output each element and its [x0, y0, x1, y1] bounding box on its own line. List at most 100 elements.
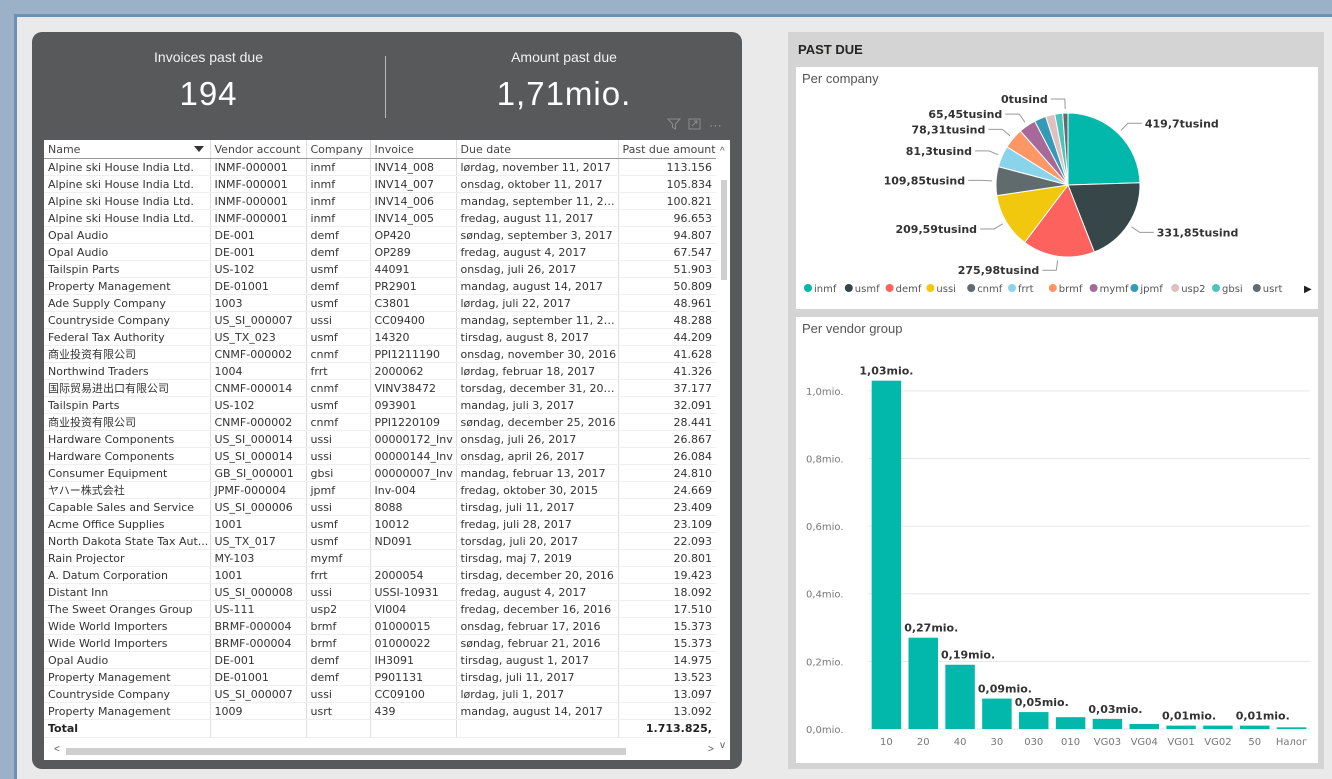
table-cell: Alpine ski House India Ltd.	[44, 158, 210, 176]
bar-VG04[interactable]	[1129, 723, 1159, 729]
column-header[interactable]: Company	[305, 140, 370, 159]
table-row[interactable]: Northwind Traders 1004 frrt 2000062 lørdag, …	[44, 362, 716, 380]
table-row[interactable]: ヤハー株式会社 JPMF-000004 jpmf Inv-004 fredag, okt…	[44, 481, 716, 499]
table-row[interactable]: Ade Supply Company 1003 usmf C3801 lørdag, j…	[44, 294, 716, 312]
legend-item-inmf[interactable]: inmf	[814, 284, 837, 295]
legend-item-brmf[interactable]: brmf	[1059, 284, 1083, 295]
vertical-scrollbar[interactable]: ^ v	[719, 146, 728, 751]
legend-item-frrt[interactable]: frrt	[1018, 284, 1034, 295]
table-cell: US_SI_000014	[209, 430, 306, 448]
bar-Налог[interactable]	[1276, 727, 1307, 729]
legend-item-ussi[interactable]: ussi	[936, 284, 956, 295]
column-header[interactable]: Due date	[455, 140, 618, 159]
table-row[interactable]: Alpine ski House India Ltd. INMF-000001 in…	[44, 209, 716, 227]
legend-item-demf[interactable]: demf	[896, 284, 922, 295]
table-row[interactable]: Consumer Equipment GB_SI_000001 gbsi 000000…	[44, 464, 716, 482]
table-row[interactable]: A. Datum Corporation 1001 frrt 2000054 tirsd…	[44, 566, 716, 584]
table-row[interactable]: Hardware Components US_SI_000014 ussi 00000…	[44, 447, 716, 465]
table-row[interactable]: Distant Inn US_SI_000008 ussi USSI-10931 fre…	[44, 583, 716, 601]
bar-20[interactable]	[908, 637, 938, 729]
table-cell: US_TX_017	[209, 532, 306, 550]
table-cell: IH3091	[369, 651, 456, 669]
scroll-left-icon[interactable]: <	[54, 744, 60, 755]
bar-VG02[interactable]	[1203, 725, 1233, 729]
table-row[interactable]: Alpine ski House India Ltd. INMF-000001 in…	[44, 175, 716, 193]
bar-50[interactable]	[1240, 725, 1270, 729]
column-header[interactable]: Name	[44, 140, 210, 159]
table-row[interactable]: North Dakota State Tax Aut... US_TX_017 us…	[44, 532, 716, 550]
legend-next-icon[interactable]: ▶	[1304, 284, 1312, 295]
filter-icon[interactable]	[666, 118, 681, 130]
table-row[interactable]: Federal Tax Authority US_TX_023 usmf 14320 t…	[44, 328, 716, 346]
table-row[interactable]: Property Management DE-01001 demf P901131 ti…	[44, 668, 716, 686]
table-row[interactable]: Hardware Components US_SI_000014 ussi 00000…	[44, 430, 716, 448]
table-row[interactable]: 商业投资有限公司 CNMF-000002 cnmf PPI1211190 onsdag,…	[44, 345, 716, 363]
focus-mode-icon[interactable]	[688, 118, 701, 130]
invoices-past-due-card[interactable]: Invoices past due 194	[32, 32, 385, 142]
table-row[interactable]: Capable Sales and Service US_SI_000006 uss…	[44, 498, 716, 516]
table-row[interactable]: Opal Audio DE-001 demf OP420 søndag, septemb…	[44, 226, 716, 244]
legend-item-cnmf[interactable]: cnmf	[977, 284, 1003, 295]
legend-marker-usmf	[844, 284, 853, 292]
x-tick-label: 30	[991, 737, 1004, 748]
legend-item-usp2[interactable]: usp2	[1181, 284, 1205, 295]
bar-VG01[interactable]	[1166, 725, 1196, 729]
table-row[interactable]: Property Management DE-01001 demf PR2901 man…	[44, 277, 716, 295]
table-row[interactable]: Opal Audio DE-001 demf OP289 fredag, august …	[44, 243, 716, 261]
table-row[interactable]: Alpine ski House India Ltd. INMF-000001 in…	[44, 158, 716, 176]
legend-item-mymf[interactable]: mymf	[1100, 284, 1129, 295]
legend-item-jpmf[interactable]: jpmf	[1139, 284, 1163, 295]
per-company-pie-chart[interactable]: 419,7tusind 331,85tusind 275,98tusind 209,5…	[796, 67, 1318, 309]
table-cell: 13.092	[617, 702, 716, 720]
bar-30[interactable]	[982, 698, 1012, 729]
table-row[interactable]: Property Management 1009 usrt 439 mandag, au…	[44, 702, 716, 720]
table-row[interactable]: Rain Projector MY-103 mymf tirsdag, maj 7, …	[44, 549, 716, 567]
horizontal-scrollbar[interactable]: < >	[52, 744, 718, 756]
table-row[interactable]: Tailspin Parts US-102 usmf 093901 mandag, ju…	[44, 396, 716, 414]
table-cell: DE-01001	[209, 668, 306, 686]
column-header[interactable]: Invoice	[369, 140, 456, 159]
horizontal-scroll-thumb[interactable]	[66, 748, 626, 755]
x-tick-label: VG03	[1094, 737, 1121, 748]
pie-leader-line	[975, 150, 999, 156]
scroll-down-icon[interactable]: v	[720, 740, 725, 751]
legend-item-usmf[interactable]: usmf	[855, 284, 880, 295]
table-row[interactable]: Tailspin Parts US-102 usmf 44091 onsdag, jul…	[44, 260, 716, 278]
table-cell: 37.177	[617, 379, 716, 397]
scroll-right-icon[interactable]: >	[708, 744, 714, 755]
table-cell: tirsdag, juli 11, 2017	[455, 498, 618, 516]
legend-item-gbsi[interactable]: gbsi	[1222, 284, 1243, 295]
table-row[interactable]: Countryside Company US_SI_000007 ussi CC091…	[44, 685, 716, 703]
table-row[interactable]: The Sweet Oranges Group US-111 usp2 VI004 fr…	[44, 600, 716, 618]
table-cell: CNMF-000014	[209, 379, 306, 397]
bar-VG03[interactable]	[1092, 718, 1123, 729]
bar-010[interactable]	[1055, 717, 1086, 729]
column-header[interactable]: Vendor account	[209, 140, 306, 159]
past-due-charts-panel: PAST DUE Per company 419,7tusind 331,85tu…	[788, 32, 1324, 769]
table-row[interactable]: 商业投资有限公司 CNMF-000002 cnmf PPI1220109 søndag,…	[44, 413, 716, 431]
per-vendor-group-card[interactable]: Per vendor group 0,0mio. 0,2mio. 0,4mio. 0,…	[796, 317, 1318, 763]
legend-item-usrt[interactable]: usrt	[1263, 284, 1283, 295]
bar-10[interactable]	[871, 380, 902, 729]
table-row[interactable]: Wide World Importers BRMF-000004 brmf 01000…	[44, 634, 716, 652]
invoices-past-due-value: 194	[179, 75, 238, 112]
past-due-title: PAST DUE	[798, 42, 863, 57]
column-header[interactable]: Past due amount	[617, 140, 716, 159]
bar-40[interactable]	[945, 664, 975, 729]
table-row[interactable]: Wide World Importers BRMF-000004 brmf 01000…	[44, 617, 716, 635]
more-options-icon[interactable]: ⋯	[709, 118, 726, 133]
bar-030[interactable]	[1019, 712, 1049, 729]
per-vendor-group-bar-chart[interactable]: 0,0mio. 0,2mio. 0,4mio. 0,6mio. 0,8mio. 1,0mi…	[796, 317, 1318, 763]
vertical-scroll-thumb[interactable]	[721, 180, 727, 280]
table-row[interactable]: Acme Office Supplies 1001 usmf 10012 fredag,…	[44, 515, 716, 533]
pie-slice-inmf[interactable]	[1067, 112, 1141, 186]
per-company-card[interactable]: Per company 419,7tusind 331,85tusind 275,9…	[796, 67, 1318, 309]
table-row[interactable]: Alpine ski House India Ltd. INMF-000001 in…	[44, 192, 716, 210]
scroll-up-icon[interactable]: ^	[720, 146, 725, 157]
table-cell: usmf	[305, 515, 370, 533]
invoices-table[interactable]: Name Vendor account Company Invoice Due date…	[44, 140, 730, 760]
sort-descending-icon[interactable]	[193, 146, 204, 152]
table-row[interactable]: 国际贸易进出口有限公司 CNMF-000014 cnmf VINV38472 torsd…	[44, 379, 716, 397]
table-row[interactable]: Opal Audio DE-001 demf IH3091 tirsdag, augus…	[44, 651, 716, 669]
table-row[interactable]: Countryside Company US_SI_000007 ussi CC094…	[44, 311, 716, 329]
